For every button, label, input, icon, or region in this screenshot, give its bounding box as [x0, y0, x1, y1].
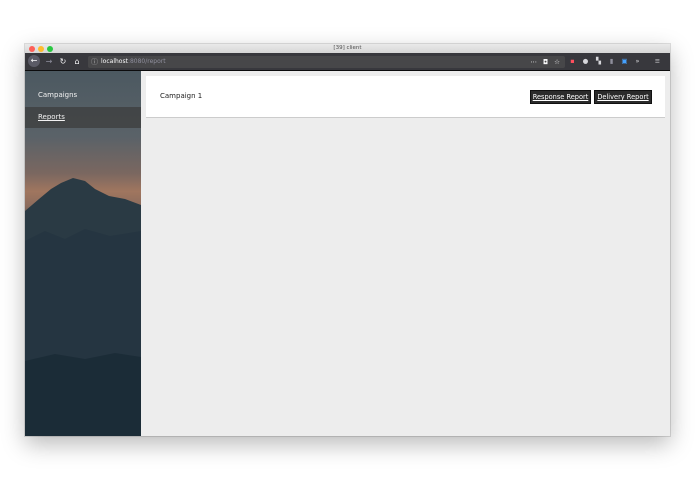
sidebar-item-reports[interactable]: Reports: [25, 107, 141, 128]
extension-grid-icon[interactable]: ▚: [594, 57, 603, 66]
overflow-chevron-icon[interactable]: »: [633, 57, 642, 66]
campaign-title: Campaign 1: [160, 92, 203, 100]
delivery-report-button[interactable]: Delivery Report: [594, 90, 652, 104]
sidebar: Campaigns Reports: [25, 71, 141, 436]
forward-arrow-icon[interactable]: →: [44, 56, 54, 67]
campaign-panel: Campaign 1 Response Report Delivery Repo…: [146, 76, 665, 118]
more-actions-icon[interactable]: ⋯: [530, 58, 537, 66]
extension-record-icon[interactable]: ▪: [568, 57, 577, 66]
page-actions: ⋯ ◘ ☆: [526, 56, 560, 68]
response-report-button[interactable]: Response Report: [530, 90, 591, 104]
extension-help-icon[interactable]: ●: [581, 57, 590, 66]
back-arrow-icon[interactable]: ←: [28, 55, 40, 67]
window-title: [39] client: [333, 45, 362, 51]
home-icon[interactable]: ⌂: [72, 56, 82, 67]
url-path: :8080/report: [127, 57, 166, 65]
url-host: localhost: [101, 57, 128, 65]
browser-window: [39] client ← → ↻ ⌂ ⓘ localhost:8080/rep…: [25, 44, 670, 436]
extension-battery-icon[interactable]: ▮: [607, 57, 616, 66]
sidebar-item-campaigns[interactable]: Campaigns: [25, 85, 141, 106]
address-bar[interactable]: ⓘ localhost:8080/report ⋯ ◘ ☆: [88, 55, 565, 68]
reload-icon[interactable]: ↻: [58, 56, 68, 67]
window-titlebar: [39] client: [25, 44, 670, 53]
extension-s-icon[interactable]: ▣: [620, 57, 629, 66]
hamburger-menu-icon[interactable]: ≡: [653, 57, 662, 66]
bookmark-star-icon[interactable]: ☆: [554, 58, 560, 66]
browser-toolbar: ← → ↻ ⌂ ⓘ localhost:8080/report ⋯ ◘ ☆ ▪ …: [25, 53, 670, 71]
info-icon[interactable]: ⓘ: [91, 56, 98, 68]
address-url: localhost:8080/report: [101, 56, 166, 68]
pocket-icon[interactable]: ◘: [543, 58, 548, 66]
